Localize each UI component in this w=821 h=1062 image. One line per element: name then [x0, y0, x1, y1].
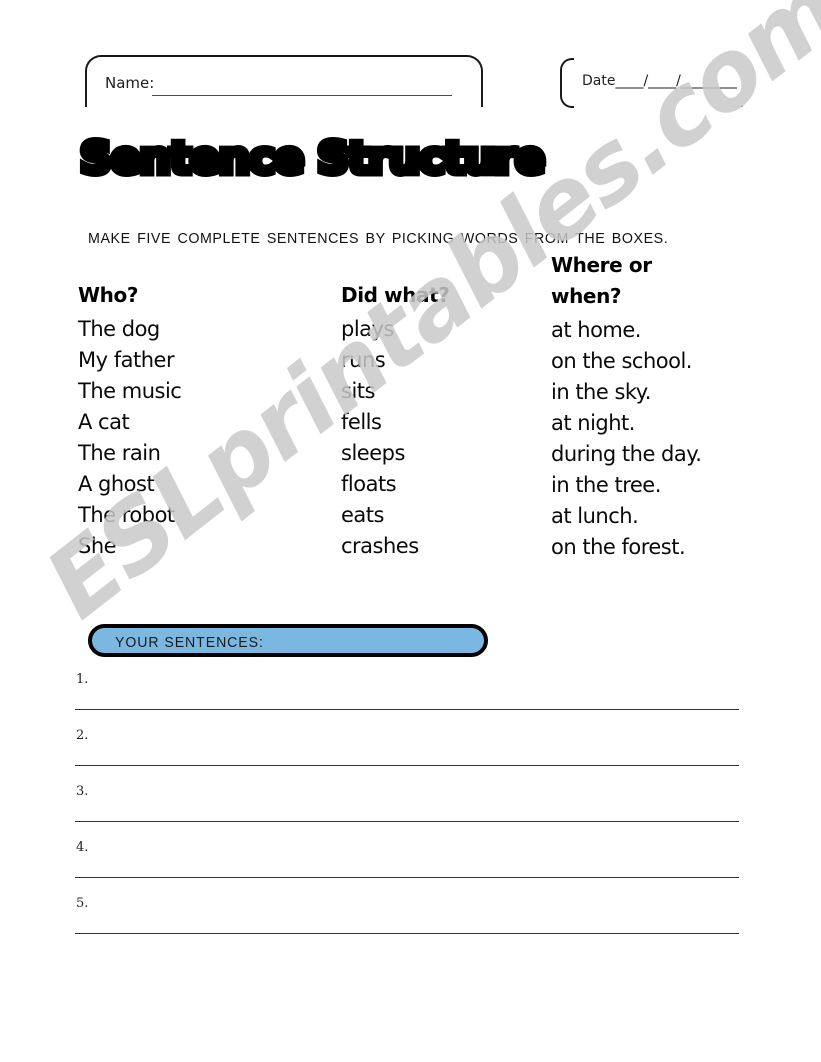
word-item: eats — [341, 503, 384, 527]
answer-lines-group: 1. 2. 3. 4. 5. — [75, 668, 739, 948]
page-title: Sentence Structure — [76, 130, 548, 188]
answer-number: 3. — [76, 784, 89, 799]
date-period-mark: . — [740, 94, 744, 110]
word-item: The rain — [78, 441, 161, 465]
answer-write-line[interactable] — [75, 877, 739, 878]
word-list-who: The dog My father The music A cat The ra… — [78, 314, 328, 562]
word-list-did-what: plays runs sits fells sleeps floats eats… — [341, 314, 541, 562]
answer-row[interactable]: 1. — [75, 668, 739, 724]
answer-write-line[interactable] — [75, 709, 739, 710]
answer-write-line[interactable] — [75, 821, 739, 822]
word-column-did-what: Did what? plays runs sits fells sleeps f… — [341, 280, 541, 562]
word-item: fells — [341, 410, 382, 434]
word-item: sits — [341, 379, 375, 403]
word-item: The music — [78, 379, 182, 403]
answer-write-line[interactable] — [75, 765, 739, 766]
word-column-where-or-when: Where or when? at home. on the school. i… — [551, 250, 761, 563]
your-sentences-banner: YOUR SENTENCES: — [88, 624, 488, 657]
date-label: Date____/____/________ — [582, 73, 737, 89]
name-field-box: Name: — [85, 55, 483, 107]
answer-number: 5. — [76, 896, 89, 911]
your-sentences-label: YOUR SENTENCES: — [115, 634, 264, 651]
word-item: plays — [341, 317, 394, 341]
word-item: The dog — [78, 317, 160, 341]
answer-row[interactable]: 3. — [75, 780, 739, 836]
word-item: A cat — [78, 410, 130, 434]
word-item: in the tree. — [551, 473, 661, 497]
column-heading-did-what: Did what? — [341, 283, 450, 307]
word-item: at home. — [551, 318, 642, 342]
word-item: at lunch. — [551, 504, 639, 528]
word-item: in the sky. — [551, 380, 651, 404]
word-item: sleeps — [341, 441, 405, 465]
name-write-line — [152, 95, 452, 96]
answer-write-line[interactable] — [75, 933, 739, 934]
word-list-where-or-when: at home. on the school. in the sky. at n… — [551, 315, 761, 563]
answer-number: 4. — [76, 840, 89, 855]
answer-row[interactable]: 2. — [75, 724, 739, 780]
word-item: during the day. — [551, 442, 702, 466]
worksheet-page: Name: Date____/____/________ . Sentence … — [0, 0, 821, 1062]
word-item: She — [78, 534, 117, 558]
word-item: A ghost — [78, 472, 155, 496]
word-item: crashes — [341, 534, 419, 558]
date-field-box: Date____/____/________ . — [560, 58, 770, 110]
word-item: runs — [341, 348, 386, 372]
word-item: at night. — [551, 411, 635, 435]
answer-number: 2. — [76, 728, 89, 743]
answer-row[interactable]: 4. — [75, 836, 739, 892]
column-heading-where-or-when: Where or when? — [551, 253, 652, 308]
answer-row[interactable]: 5. — [75, 892, 739, 948]
instruction-text: MAKE FIVE COMPLETE SENTENCES BY PICKING … — [88, 230, 669, 247]
word-item: on the forest. — [551, 535, 686, 559]
word-item: on the school. — [551, 349, 692, 373]
date-bracket-decoration — [560, 58, 574, 108]
answer-number: 1. — [76, 672, 89, 687]
column-heading-who: Who? — [78, 283, 139, 307]
name-label: Name: — [105, 74, 155, 92]
word-item: floats — [341, 472, 397, 496]
word-item: My father — [78, 348, 175, 372]
word-column-who: Who? The dog My father The music A cat T… — [78, 280, 328, 562]
word-item: The robot — [78, 503, 175, 527]
